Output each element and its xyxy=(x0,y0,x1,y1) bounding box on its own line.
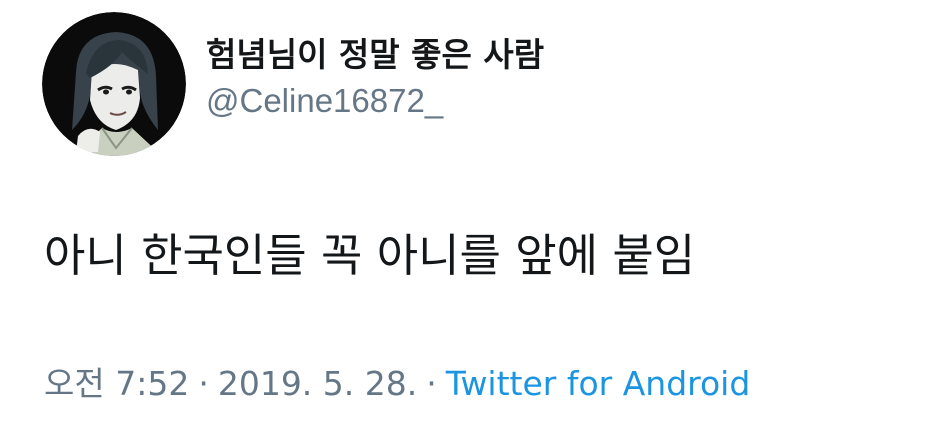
tweet-header: 험념님이 정말 좋은 사람 @Celine16872_ xyxy=(42,12,544,156)
tweet-meta: 오전 7:52 · 2019. 5. 28. · Twitter for Android xyxy=(44,362,750,406)
tweet-text: 아니 한국인들 꼭 아니를 앞에 붙임 xyxy=(44,229,696,282)
avatar-image xyxy=(42,12,186,156)
display-name[interactable]: 험념님이 정말 좋은 사람 xyxy=(206,33,544,77)
meta-separator-2: · xyxy=(426,364,437,403)
user-names: 험념님이 정말 좋은 사람 @Celine16872_ xyxy=(206,33,544,123)
tweet-date[interactable]: 2019. 5. 28. xyxy=(218,364,417,403)
user-handle[interactable]: @Celine16872_ xyxy=(206,79,544,123)
meta-separator: · xyxy=(198,364,209,403)
tweet-source-link[interactable]: Twitter for Android xyxy=(446,364,751,403)
tweet-card: 험념님이 정말 좋은 사람 @Celine16872_ 아니 한국인들 꼭 아니… xyxy=(0,0,936,434)
avatar[interactable] xyxy=(42,12,186,156)
tweet-time[interactable]: 오전 7:52 xyxy=(44,364,189,403)
